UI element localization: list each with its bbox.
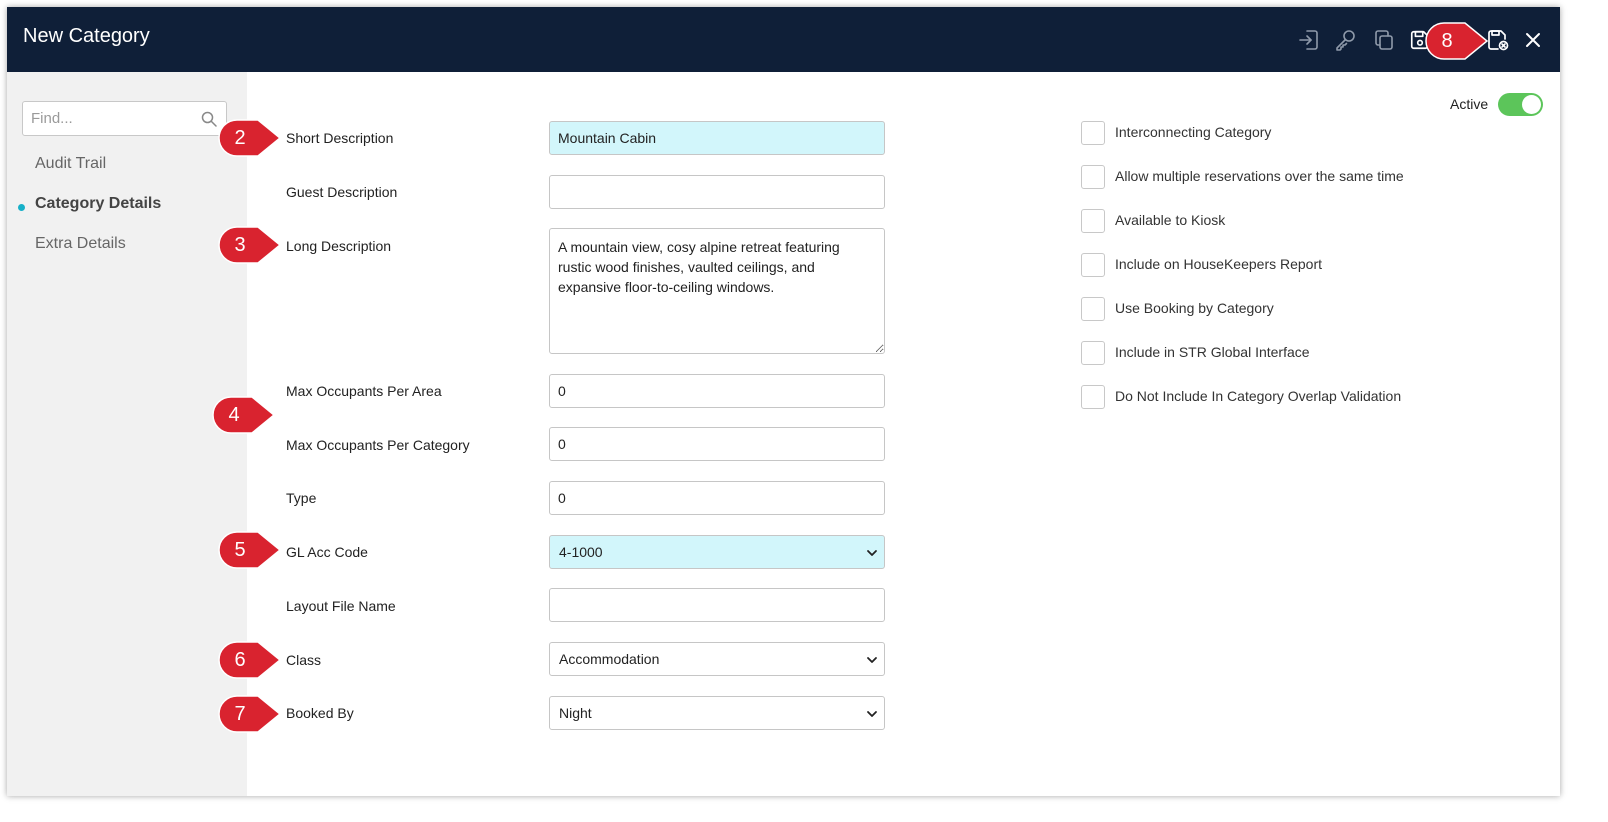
- checkbox-label: Include on HouseKeepers Report: [1115, 256, 1323, 272]
- checkbox-label: Do Not Include In Category Overlap Valid…: [1115, 388, 1402, 404]
- callout-number: 7: [234, 702, 246, 725]
- find-box: [22, 101, 227, 136]
- checkbox-label: Use Booking by Category: [1115, 300, 1274, 316]
- short-description-input[interactable]: [549, 121, 885, 155]
- callout-marker: 6: [218, 641, 282, 679]
- gl-acc-code-value: 4-1000: [559, 544, 603, 560]
- sidebar-item-category-details[interactable]: Category Details: [35, 195, 161, 213]
- callout-number: 6: [234, 648, 246, 671]
- title-bar: New Category: [7, 7, 1560, 72]
- toggle-knob: [1522, 95, 1541, 114]
- layout-file-name-label: Layout File Name: [286, 598, 396, 614]
- max-occupants-category-label: Max Occupants Per Category: [286, 437, 470, 453]
- class-label: Class: [286, 652, 322, 668]
- checkbox[interactable]: [1081, 165, 1105, 189]
- class-value: Accommodation: [559, 651, 660, 667]
- active-indicator-dot: [18, 204, 25, 211]
- chevron-down-icon: [866, 707, 878, 723]
- callout-number: 4: [228, 403, 240, 426]
- sidebar-item-extra-details[interactable]: Extra Details: [35, 235, 126, 253]
- type-label: Type: [286, 490, 317, 506]
- sidebar: [7, 72, 247, 796]
- active-label: Active: [1450, 96, 1489, 112]
- layout-file-name-input[interactable]: [549, 588, 885, 622]
- callout-marker: 4: [212, 396, 276, 434]
- callout-number: 3: [234, 233, 246, 256]
- callout-marker: 5: [218, 531, 282, 569]
- guest-description-label: Guest Description: [286, 184, 398, 200]
- checkbox[interactable]: [1081, 297, 1105, 321]
- gl-acc-code-label: GL Acc Code: [286, 544, 368, 560]
- long-description-label: Long Description: [286, 238, 392, 254]
- booked-by-value: Night: [559, 705, 592, 721]
- copy-icon[interactable]: [1371, 27, 1397, 53]
- callout-marker: 3: [218, 226, 282, 264]
- short-description-label: Short Description: [286, 130, 394, 146]
- type-input[interactable]: [549, 481, 885, 515]
- callout-marker: 2: [218, 119, 282, 157]
- checkbox-label: Interconnecting Category: [1115, 124, 1272, 140]
- checkbox[interactable]: [1081, 341, 1105, 365]
- callout-number: 2: [234, 126, 246, 149]
- max-occupants-area-input[interactable]: [549, 374, 885, 408]
- chevron-down-icon: [866, 653, 878, 669]
- max-occupants-category-input[interactable]: [549, 427, 885, 461]
- checkbox[interactable]: [1081, 209, 1105, 233]
- max-occupants-area-label: Max Occupants Per Area: [286, 383, 442, 399]
- active-toggle[interactable]: [1498, 93, 1543, 116]
- search-icon[interactable]: [201, 111, 217, 132]
- checkbox-label: Allow multiple reservations over the sam…: [1115, 168, 1404, 184]
- window-title: New Category: [23, 25, 150, 47]
- sidebar-item-audit-trail[interactable]: Audit Trail: [35, 155, 106, 173]
- checkbox[interactable]: [1081, 385, 1105, 409]
- gl-acc-code-select[interactable]: 4-1000: [549, 535, 885, 569]
- checkbox-label: Available to Kiosk: [1115, 212, 1226, 228]
- checkbox[interactable]: [1081, 253, 1105, 277]
- booked-by-select[interactable]: Night: [549, 696, 885, 730]
- callout-marker: 7: [218, 695, 282, 733]
- key-icon[interactable]: [1333, 27, 1359, 53]
- close-icon[interactable]: [1520, 27, 1546, 53]
- class-select[interactable]: Accommodation: [549, 642, 885, 676]
- checkbox-label: Include in STR Global Interface: [1115, 344, 1310, 360]
- callout-number: 5: [234, 538, 246, 561]
- callout-marker: 8: [1425, 22, 1489, 60]
- long-description-textarea[interactable]: A mountain view, cosy alpine retreat fea…: [549, 228, 885, 354]
- callout-number: 8: [1441, 29, 1453, 52]
- booked-by-label: Booked By: [286, 705, 354, 721]
- find-input[interactable]: [29, 104, 194, 133]
- chevron-down-icon: [866, 546, 878, 562]
- sign-in-icon[interactable]: [1296, 27, 1322, 53]
- guest-description-input[interactable]: [549, 175, 885, 209]
- checkbox[interactable]: [1081, 121, 1105, 145]
